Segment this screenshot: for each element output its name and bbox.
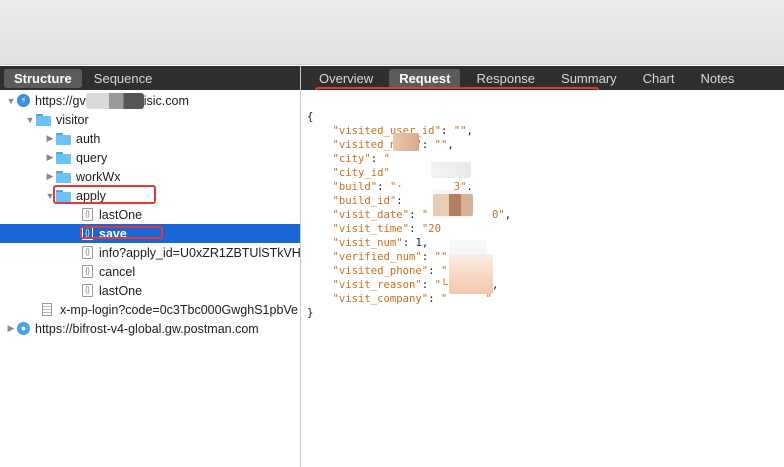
tab-request[interactable]: Request: [389, 68, 461, 88]
file-brace-icon: {}: [82, 246, 93, 259]
tree-row-login[interactable]: x-mp-login?code=0c3Tbc000GwghS1pbVe: [0, 300, 300, 319]
json-line: "visit_date": " 0",: [332, 209, 512, 221]
tab-response[interactable]: Response: [466, 69, 545, 88]
tree-row-visitor[interactable]: ▼ visitor: [0, 110, 300, 129]
structure-tree: ▼ ⚡ https://gv isic.com ▼ visitor ▶ auth …: [0, 90, 300, 467]
json-line: "visited_user_id": "",: [332, 125, 473, 137]
tree-row-lastone-2[interactable]: {} lastOne: [0, 281, 300, 300]
folder-icon: [36, 113, 51, 126]
folder-icon: [56, 170, 71, 183]
host2-label: https://bifrost-v4-global.gw.postman.com: [35, 321, 259, 336]
file-brace-icon: {}: [82, 208, 93, 221]
tree-row-save[interactable]: {} save: [0, 224, 300, 243]
chevron-down-icon[interactable]: ▼: [44, 191, 56, 201]
json-line: "visit_company": " ": [332, 293, 493, 305]
right-tabbar: Overview Request Response Summary Chart …: [301, 66, 784, 90]
tree-row-host1[interactable]: ▼ ⚡ https://gv isic.com: [0, 91, 300, 110]
bolt-icon: ⚡: [17, 94, 30, 107]
json-line: "visited_phone": ": [332, 265, 448, 277]
tree-row-lastone-1[interactable]: {} lastOne: [0, 205, 300, 224]
chevron-down-icon[interactable]: ▼: [24, 115, 36, 125]
tab-overview[interactable]: Overview: [309, 69, 383, 88]
file-brace-icon: {}: [82, 265, 93, 278]
tree-row-query[interactable]: ▶ query: [0, 148, 300, 167]
redaction-mask: [393, 133, 419, 151]
json-line: "visit_num": 1,: [332, 237, 429, 249]
json-close-brace: }: [307, 307, 314, 319]
folder-label: auth: [76, 131, 101, 146]
request-label: info?apply_id=U0xZR1ZBTUlSTkVH: [99, 245, 300, 260]
json-open-brace: {: [307, 111, 314, 123]
request-label: cancel: [99, 264, 136, 279]
window-titlebar: [0, 0, 784, 65]
redaction-mask: [431, 162, 471, 178]
tab-sequence[interactable]: Sequence: [84, 69, 163, 88]
tree-row-auth[interactable]: ▶ auth: [0, 129, 300, 148]
tab-chart[interactable]: Chart: [633, 69, 685, 88]
request-body-pane: { "visited_user_id": "", "visited_name":…: [301, 90, 784, 467]
document-icon: [42, 303, 52, 316]
json-line: "city_id": [332, 167, 390, 179]
folder-icon: [56, 189, 71, 202]
tab-notes[interactable]: Notes: [690, 69, 744, 88]
chevron-right-icon[interactable]: ▶: [44, 152, 56, 163]
globe-icon: ●: [17, 322, 30, 335]
tree-row-info[interactable]: {} info?apply_id=U0xZR1ZBTUlSTkVH: [0, 243, 300, 262]
tree-row-cancel[interactable]: {} cancel: [0, 262, 300, 281]
tab-summary[interactable]: Summary: [551, 69, 627, 88]
request-label: lastOne: [99, 283, 143, 298]
folder-icon: [56, 132, 71, 145]
file-brace-icon: {}: [82, 284, 93, 297]
host1-label-suffix: isic.com: [143, 93, 189, 108]
tab-structure[interactable]: Structure: [4, 68, 82, 88]
redaction-mask: [433, 194, 473, 216]
request-label: save: [99, 226, 127, 241]
request-body-json: { "visited_user_id": "", "visited_name":…: [307, 96, 511, 334]
chevron-right-icon[interactable]: ▶: [5, 323, 17, 334]
json-line: "city": ": [332, 153, 390, 165]
chevron-right-icon[interactable]: ▶: [44, 133, 56, 144]
folder-icon: [56, 151, 71, 164]
chevron-down-icon[interactable]: ▼: [5, 96, 17, 106]
tree-row-workwx[interactable]: ▶ workWx: [0, 167, 300, 186]
left-tabbar: Structure Sequence: [0, 66, 300, 90]
request-label: lastOne: [99, 207, 143, 222]
json-line: "visit_time": "20: [332, 223, 441, 235]
json-line: "build_id":: [332, 195, 403, 207]
tree-row-host2[interactable]: ▶ ● https://bifrost-v4-global.gw.postman…: [0, 319, 300, 338]
host1-label: https://gv: [35, 93, 86, 108]
redacted-blur: [85, 92, 144, 109]
request-label: x-mp-login?code=0c3Tbc000GwghS1pbVe: [60, 302, 299, 317]
file-brace-icon: {}: [82, 227, 93, 240]
folder-label: visitor: [56, 112, 89, 127]
json-line: "verified_num": "",: [332, 251, 454, 263]
tree-row-apply[interactable]: ▼ apply: [0, 186, 300, 205]
folder-label: apply: [76, 188, 106, 203]
chevron-right-icon[interactable]: ▶: [44, 171, 56, 182]
json-line: "visited_name": "",: [332, 139, 454, 151]
folder-label: query: [76, 150, 108, 165]
folder-label: workWx: [76, 169, 121, 184]
redaction-mask: [449, 254, 493, 294]
